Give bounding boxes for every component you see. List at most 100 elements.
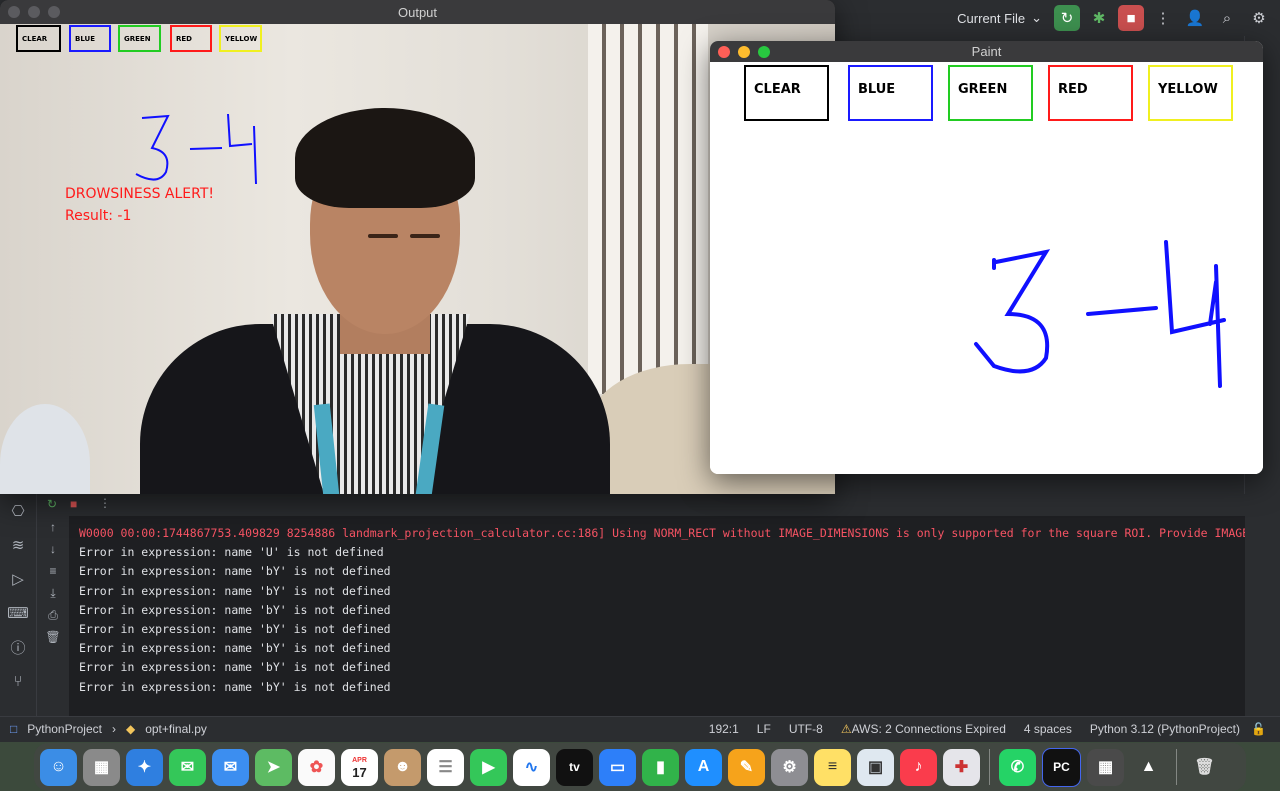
minimize-button[interactable]: [28, 6, 40, 18]
drawn-strokes: [974, 240, 1226, 388]
console-line: Error in expression: name 'bY' is not de…: [79, 564, 391, 579]
lock-icon[interactable]: 🔓: [1251, 722, 1266, 736]
preview-icon[interactable]: ▣: [857, 748, 894, 786]
debug-button[interactable]: ✱: [1086, 5, 1112, 31]
notes-icon[interactable]: ≡: [814, 748, 851, 786]
breadcrumb: □ PythonProject › ◆ opt+final.py: [10, 722, 207, 736]
file-encoding[interactable]: UTF-8: [789, 722, 823, 736]
console-warning-line: W0000 00:00:1744867753.409829 8254886 la…: [79, 526, 1245, 540]
run-config-selector[interactable]: Current File ⌄: [957, 10, 1042, 26]
drawn-digit-4: [227, 113, 257, 185]
app-store-icon[interactable]: A: [685, 748, 722, 786]
finder-icon[interactable]: ☺: [40, 748, 77, 786]
dock-separator: [1176, 749, 1177, 785]
window-controls: [718, 46, 770, 58]
photos-icon[interactable]: ✿: [298, 748, 335, 786]
paint-canvas[interactable]: CLEAR BLUE GREEN RED YELLOW: [710, 62, 1263, 474]
print-icon[interactable]: ⎙: [37, 604, 69, 626]
safari-icon[interactable]: ✦: [126, 748, 163, 786]
project-icon: □: [10, 722, 18, 736]
numbers-icon[interactable]: ▮: [642, 748, 679, 786]
utility-app-icon[interactable]: ✚: [943, 748, 980, 786]
line-separator[interactable]: LF: [757, 722, 771, 736]
drawn-digit-3: [135, 114, 170, 181]
run-config-label: Current File: [957, 10, 1026, 26]
contacts-icon[interactable]: ☻: [384, 748, 421, 786]
status-bar: □ PythonProject › ◆ opt+final.py 192:1 L…: [0, 716, 1280, 743]
trash-icon[interactable]: 🗑: [37, 626, 69, 648]
reminders-icon[interactable]: ☰: [427, 748, 464, 786]
close-button[interactable]: [8, 6, 20, 18]
stop-icon[interactable]: ■: [70, 497, 77, 511]
apple-tv-icon[interactable]: tv: [556, 748, 593, 786]
breadcrumb-file[interactable]: opt+final.py: [145, 722, 207, 736]
stop-button[interactable]: ■: [1118, 5, 1144, 31]
rerun-icon: ↻: [1060, 10, 1074, 27]
drowsiness-alert: DROWSINESS ALERT!: [65, 186, 215, 202]
more-icon: ⋮: [1155, 10, 1171, 27]
search-button[interactable]: ⌕: [1214, 5, 1240, 31]
mail-icon[interactable]: ✉: [212, 748, 249, 786]
pycharm-label: PC: [1053, 760, 1070, 774]
aws-status[interactable]: ⚠AWS: 2 Connections Expired: [841, 722, 1006, 736]
maps-icon[interactable]: ➤: [255, 748, 292, 786]
left-tool-stripe: ⎔ ≋ ▷ ⌨ ⓘ ⑂: [0, 494, 37, 716]
git-icon[interactable]: ⑂: [0, 664, 36, 698]
whatsapp-icon[interactable]: ✆: [999, 748, 1036, 786]
output-titlebar: Output: [0, 0, 835, 24]
window-controls: [8, 6, 60, 18]
dock-separator: [989, 749, 990, 785]
pycharm-icon[interactable]: PC: [1042, 747, 1081, 787]
drawn-dash: [189, 147, 223, 150]
drawn-digit-3: [974, 249, 1051, 374]
zoom-button[interactable]: [758, 46, 770, 58]
music-icon[interactable]: ♪: [900, 748, 937, 786]
window-title: Paint: [971, 44, 1002, 59]
zoom-button[interactable]: [48, 6, 60, 18]
gear-icon: ⚙: [1252, 10, 1266, 27]
calendar-icon[interactable]: APR 17: [341, 748, 378, 786]
console-line: Error in expression: name 'U' is not def…: [79, 545, 384, 560]
warning-icon: ⚠: [840, 722, 852, 736]
calculator-icon[interactable]: ▦: [1087, 748, 1124, 786]
console-line: Error in expression: name 'bY' is not de…: [79, 583, 391, 598]
arrow-down-icon[interactable]: ↓: [37, 538, 69, 560]
console-line: Error in expression: name 'bY' is not de…: [79, 679, 391, 694]
keynote-icon[interactable]: ▭: [599, 748, 636, 786]
indent-setting[interactable]: 4 spaces: [1024, 722, 1072, 736]
soft-wrap-icon[interactable]: ≡: [37, 560, 69, 582]
trash-icon[interactable]: 🗑: [1186, 749, 1223, 786]
chevron-right-icon: ›: [111, 722, 116, 736]
services-icon[interactable]: ▷: [0, 562, 36, 596]
rocket-app-icon[interactable]: ▲: [1130, 749, 1167, 786]
launchpad-icon[interactable]: ▦: [83, 748, 120, 786]
terminal-icon[interactable]: ⌨: [0, 596, 36, 630]
settings-button[interactable]: ⚙: [1246, 5, 1272, 31]
pages-icon[interactable]: ✎: [728, 748, 765, 786]
paint-titlebar: Paint: [710, 41, 1263, 62]
problems-icon[interactable]: ⓘ: [0, 630, 36, 664]
rerun-icon[interactable]: ↻: [47, 497, 57, 511]
paint-window: Paint CLEAR BLUE GREEN RED YELLOW: [710, 41, 1263, 474]
python-file-icon: ◆: [125, 722, 136, 736]
console-line: Error in expression: name 'bY' is not de…: [79, 621, 391, 636]
console-line: Error in expression: name 'bY' is not de…: [79, 660, 391, 675]
python-console-icon[interactable]: ⎔: [0, 494, 36, 528]
facetime-icon[interactable]: ▶: [470, 748, 507, 786]
layers-icon[interactable]: ≋: [0, 528, 36, 562]
interpreter-selector[interactable]: Python 3.12 (PythonProject): [1090, 722, 1240, 736]
arrow-up-icon[interactable]: ↑: [37, 516, 69, 538]
rerun-button[interactable]: ↻: [1054, 5, 1080, 31]
minimize-button[interactable]: [738, 46, 750, 58]
breadcrumb-project[interactable]: PythonProject: [27, 722, 102, 736]
close-button[interactable]: [718, 46, 730, 58]
scroll-to-end-icon[interactable]: ⤓: [37, 582, 69, 604]
add-user-button[interactable]: 👤: [1182, 5, 1208, 31]
search-icon: ⌕: [1222, 9, 1232, 27]
more-button[interactable]: ⋮: [1150, 5, 1176, 31]
caret-position[interactable]: 192:1: [709, 722, 739, 736]
system-settings-icon[interactable]: ⚙: [771, 748, 808, 786]
freeform-icon[interactable]: ∿: [513, 748, 550, 786]
messages-icon[interactable]: ✉: [169, 748, 206, 786]
more-icon[interactable]: ⋮: [99, 496, 111, 510]
